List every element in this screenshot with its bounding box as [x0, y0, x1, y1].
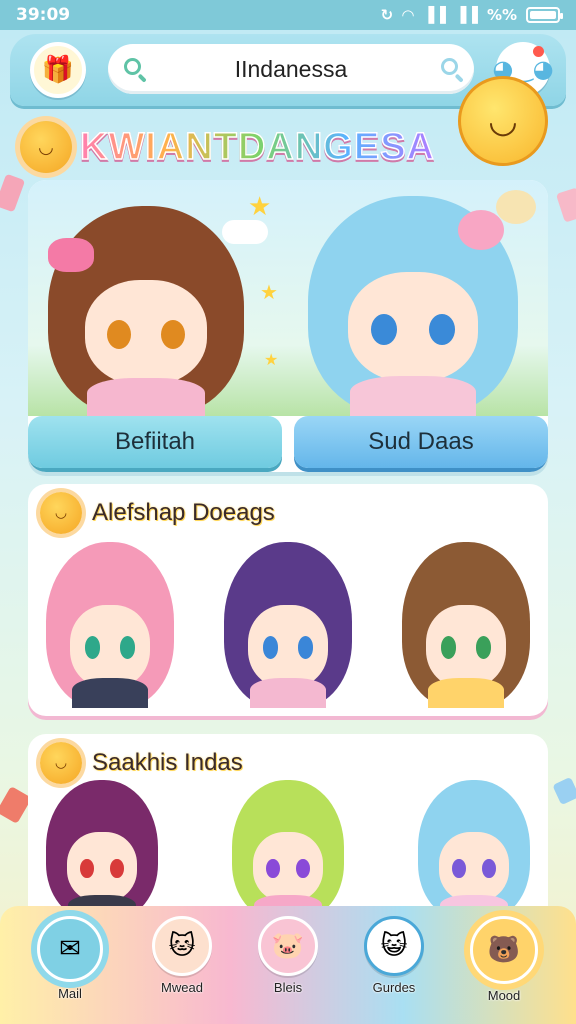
- nav-item-bleis[interactable]: 🐷 Bleis: [252, 916, 324, 1008]
- title-row: ◡ KWIANTDANGESA: [20, 116, 435, 178]
- featured-illustration: ★ ★ ★: [28, 180, 548, 416]
- sun-icon: ◡: [20, 121, 72, 173]
- status-time: 39:09: [16, 5, 71, 25]
- section-title: Saakhis Indas: [92, 749, 243, 776]
- nav-item-gurdes[interactable]: 😺 Gurdes: [358, 916, 430, 1008]
- search-input[interactable]: [143, 55, 439, 83]
- section-card[interactable]: ◡ Saakhis Indas: [28, 734, 548, 924]
- star-icon: ★: [264, 350, 279, 369]
- signal-icon: ▐▐: [422, 6, 446, 24]
- battery-icon: [526, 7, 563, 23]
- sticker-blue-hair-girl[interactable]: [418, 780, 530, 920]
- section-header: ◡ Saakhis Indas: [40, 742, 243, 784]
- featured-right-button[interactable]: Sud Daas: [294, 416, 548, 468]
- section-title: Alefshap Doeags: [92, 499, 275, 526]
- bear-face-icon: 🐻: [470, 916, 538, 984]
- bottom-navigation: ✉ Mail 🐱 Mwead 🐷 Bleis 😺 Gurdes 🐻 Mood: [0, 906, 576, 1024]
- app-title: KWIANTDANGESA: [79, 125, 435, 169]
- battery-percent: %%: [486, 6, 517, 24]
- cat-mail-icon: ✉: [37, 916, 103, 982]
- cat-face-icon: 😺: [364, 916, 424, 976]
- sticker-row: [46, 780, 530, 920]
- featured-left-button[interactable]: Befiitah: [28, 416, 282, 468]
- sticker-magenta-hair-boy[interactable]: [46, 780, 158, 920]
- nav-item-mood[interactable]: 🐻 Mood: [468, 916, 540, 1008]
- cloud-icon: [222, 220, 268, 244]
- mascot-sun-icon[interactable]: ◡: [458, 76, 548, 166]
- background-block-right: [552, 776, 576, 806]
- status-bar: 39:09 ↻ ◠ ▐▐ ▐▐ %%: [0, 0, 576, 30]
- section-header: ◡ Alefshap Doeags: [40, 492, 275, 534]
- sun-icon: ◡: [40, 742, 82, 784]
- gift-icon[interactable]: 🎁: [30, 42, 86, 98]
- nav-label: Mail: [58, 986, 82, 1001]
- search-icon-right[interactable]: [439, 56, 464, 83]
- nav-label: Mwead: [161, 980, 203, 995]
- sync-icon: ↻: [380, 6, 394, 24]
- sticker-pink-cat-girl[interactable]: [46, 542, 174, 708]
- pink-bow-icon: [48, 238, 94, 272]
- search-bar[interactable]: [108, 44, 474, 94]
- pig-face-icon: 🐷: [258, 916, 318, 976]
- star-icon: ★: [260, 280, 278, 304]
- nav-label: Mood: [487, 988, 521, 1003]
- flower-icon: [458, 210, 504, 250]
- nav-label: Gurdes: [372, 980, 416, 995]
- nav-label: Bleis: [273, 980, 303, 995]
- sticker-bear-ear-girl[interactable]: [402, 542, 530, 708]
- sticker-lime-hair-girl[interactable]: [232, 780, 344, 920]
- search-icon[interactable]: [122, 56, 147, 83]
- sticker-purple-hair-girl[interactable]: [224, 542, 352, 708]
- cat-face-icon: 🐱: [152, 916, 212, 976]
- star-icon: ★: [248, 192, 272, 222]
- background-kite-right: [555, 187, 576, 223]
- signal-icon-2: ▐▐: [454, 6, 478, 24]
- featured-card[interactable]: ★ ★ ★ Befiitah Sud Daas: [28, 180, 548, 472]
- sticker-row: [46, 542, 530, 708]
- nav-item-mail[interactable]: ✉ Mail: [34, 916, 106, 1008]
- sun-icon: ◡: [40, 492, 82, 534]
- background-kite-left: [0, 173, 26, 213]
- nav-item-mwead[interactable]: 🐱 Mwead: [146, 916, 218, 1008]
- wifi-icon: ◠: [402, 6, 414, 24]
- cloud-icon: [496, 190, 536, 224]
- status-icons: ↻ ◠ ▐▐ ▐▐ %%: [380, 6, 563, 24]
- notification-dot: [533, 46, 544, 57]
- section-card[interactable]: ◡ Alefshap Doeags: [28, 484, 548, 716]
